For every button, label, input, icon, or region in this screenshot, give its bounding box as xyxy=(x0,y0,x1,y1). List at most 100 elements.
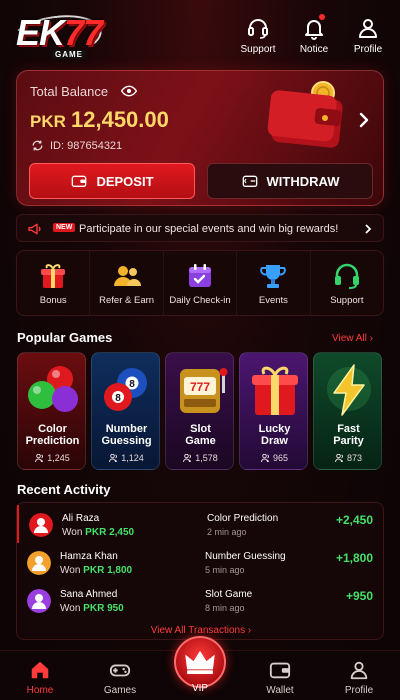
activity-user-name: Sana Ahmed xyxy=(60,589,118,600)
users-icon xyxy=(35,454,44,462)
deposit-label: DEPOSIT xyxy=(96,173,154,189)
game-players: 873 xyxy=(314,453,381,463)
activity-user-name: Ali Raza xyxy=(62,513,100,524)
announcement-bar[interactable]: NEW Participate in our special events an… xyxy=(16,214,384,242)
app-header: EK77 GAME Support Notice Profile xyxy=(0,0,400,65)
game-card-color-prediction[interactable]: Color Prediction 1,245 xyxy=(17,352,86,470)
game-name: Number Guessing xyxy=(101,423,152,447)
new-badge: NEW xyxy=(53,223,76,232)
game-players: 1,245 xyxy=(18,453,85,463)
view-all-games-link[interactable]: View All › xyxy=(332,333,373,344)
quick-action-support[interactable]: Support xyxy=(311,251,383,315)
activity-time: 2 min ago xyxy=(207,527,247,537)
game-card-number-guessing[interactable]: 8 8 Number Guessing 1,124 xyxy=(91,352,160,470)
nav-games[interactable]: Games xyxy=(90,659,150,696)
game-card-lucky-draw[interactable]: Lucky Draw 965 xyxy=(239,352,308,470)
chevron-right-icon xyxy=(365,224,372,234)
withdraw-label: WITHDRAW xyxy=(266,173,340,189)
activity-row[interactable]: Sana Ahmed Won PKR 950 Slot Game 8 min a… xyxy=(17,581,385,619)
logo-wordmark: EK77 xyxy=(16,12,103,53)
nav-profile[interactable]: Profile xyxy=(329,659,389,696)
avatar xyxy=(29,513,53,537)
billiard-balls-icon: 8 8 xyxy=(104,368,147,411)
balance-currency: PKR xyxy=(30,112,66,131)
quick-action-events[interactable]: Events xyxy=(237,251,311,315)
lightning-icon xyxy=(327,364,371,416)
gamepad-icon xyxy=(109,664,131,677)
activity-game-name: Color Prediction xyxy=(207,513,279,524)
avatar xyxy=(27,551,51,575)
withdraw-button[interactable]: WITHDRAW xyxy=(207,163,373,199)
game-players: 1,124 xyxy=(92,453,159,463)
calendar-check-icon xyxy=(189,264,212,287)
users-icon xyxy=(334,454,344,462)
quick-action-label: Refer & Earn xyxy=(99,295,155,306)
activity-gain: +950 xyxy=(345,589,373,603)
popular-games-title: Popular Games xyxy=(17,330,113,345)
svg-text:8: 8 xyxy=(115,393,121,404)
quick-action-label: Bonus xyxy=(39,295,67,306)
users-icon xyxy=(113,266,141,286)
svg-text:8: 8 xyxy=(129,379,135,390)
nav-home-label: Home xyxy=(26,685,54,696)
trophy-icon xyxy=(260,265,287,288)
nav-games-label: Games xyxy=(103,685,137,696)
activity-time: 5 min ago xyxy=(205,565,245,575)
game-name: Slot Game xyxy=(185,423,216,447)
avatar xyxy=(27,589,51,613)
nav-wallet[interactable]: Wallet xyxy=(250,659,310,696)
profile-button[interactable]: Profile xyxy=(343,16,393,55)
activity-gain: +1,800 xyxy=(335,551,373,565)
activity-gain: +2,450 xyxy=(335,513,373,527)
nav-vip-label: VIP xyxy=(191,683,209,694)
refresh-icon[interactable] xyxy=(31,139,44,152)
wallet-icon xyxy=(72,175,87,187)
recent-activity-title: Recent Activity xyxy=(17,482,111,497)
chevron-right-icon[interactable] xyxy=(357,111,371,129)
game-card-slot-game[interactable]: 777 Slot Game 1,578 xyxy=(165,352,234,470)
quick-action-bonus[interactable]: Bonus xyxy=(17,251,91,315)
view-all-transactions-link[interactable]: View All Transactions › xyxy=(17,625,385,636)
home-icon xyxy=(31,661,49,679)
quick-action-checkin[interactable]: Daily Check-in xyxy=(164,251,238,315)
users-icon xyxy=(260,454,270,462)
game-name: Fast Parity xyxy=(333,423,364,447)
recent-activity-list: Ali Raza Won PKR 2,450 Color Prediction … xyxy=(16,502,384,640)
activity-row[interactable]: Ali Raza Won PKR 2,450 Color Prediction … xyxy=(17,505,385,543)
gift-icon xyxy=(41,264,66,288)
activity-time: 8 min ago xyxy=(205,603,245,613)
gift-box-icon xyxy=(252,366,298,415)
game-name: Color Prediction xyxy=(25,423,80,447)
activity-row[interactable]: Hamza Khan Won PKR 1,800 Number Guessing… xyxy=(17,543,385,581)
balance-card[interactable]: Total Balance PKR 12,450.00 ID: 98765432… xyxy=(16,70,384,206)
game-name: Lucky Draw xyxy=(258,423,291,447)
eye-icon[interactable] xyxy=(121,83,137,99)
wallet-illustration-icon xyxy=(267,81,343,148)
activity-won: Won PKR 950 xyxy=(60,603,124,614)
nav-wallet-label: Wallet xyxy=(266,685,294,696)
game-players: 965 xyxy=(240,453,307,463)
support-button[interactable]: Support xyxy=(233,16,283,55)
quick-action-label: Daily Check-in xyxy=(169,295,231,306)
wallet-icon xyxy=(269,662,291,679)
quick-action-label: Events xyxy=(258,295,288,306)
notice-button[interactable]: Notice xyxy=(289,14,339,55)
nav-home[interactable]: Home xyxy=(10,659,70,696)
logo[interactable]: EK77 GAME xyxy=(7,9,106,65)
quick-action-refer[interactable]: Refer & Earn xyxy=(90,251,164,315)
deposit-button[interactable]: DEPOSIT xyxy=(29,163,195,199)
notice-label: Notice xyxy=(299,44,329,55)
nav-vip-button[interactable] xyxy=(174,636,226,688)
logo-subtitle: GAME xyxy=(52,50,86,59)
notification-dot xyxy=(319,14,325,20)
crown-icon xyxy=(185,650,215,674)
quick-action-label: Support xyxy=(330,295,364,306)
activity-won: Won PKR 2,450 xyxy=(62,527,135,538)
users-icon xyxy=(183,454,192,462)
game-players: 1,578 xyxy=(166,453,233,463)
headset-icon xyxy=(334,263,359,289)
support-label: Support xyxy=(240,44,276,55)
balance-label: Total Balance xyxy=(30,84,109,99)
activity-won: Won PKR 1,800 xyxy=(60,565,133,576)
game-card-fast-parity[interactable]: Fast Parity 873 xyxy=(313,352,382,470)
